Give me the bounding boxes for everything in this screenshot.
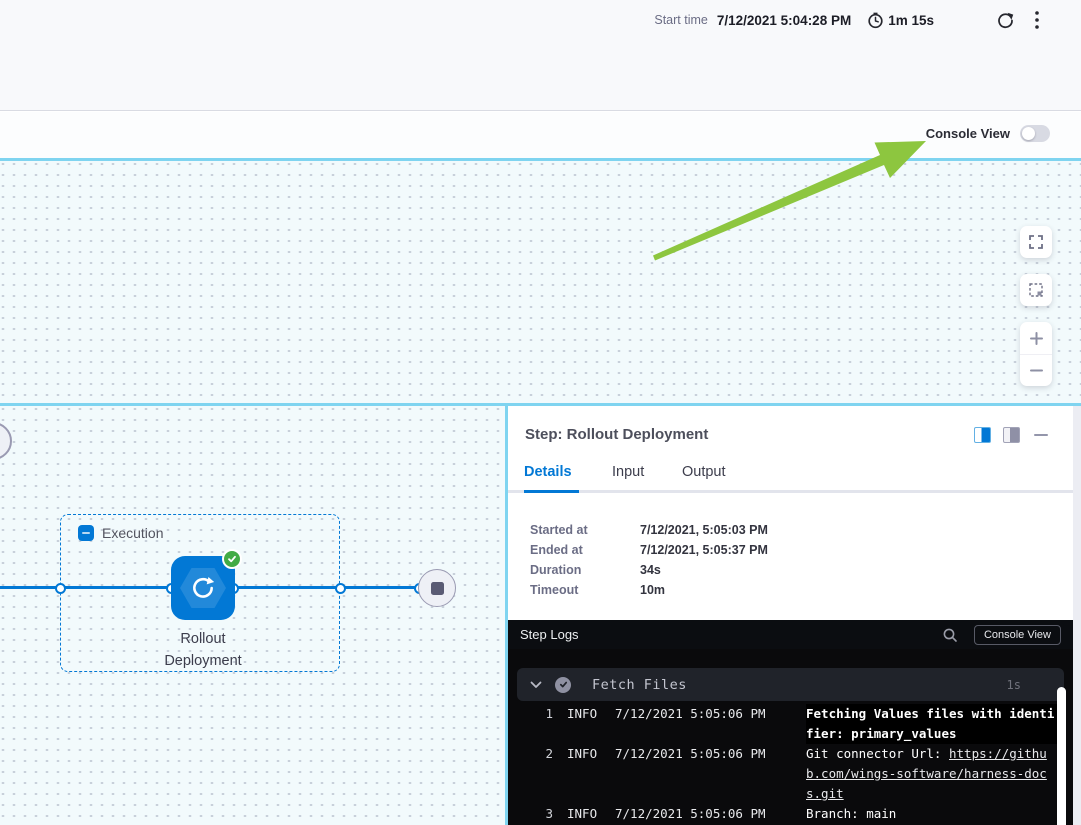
log-console: Fetch Files 1s 1 INFO 7/12/2021 5:05:06 … — [508, 649, 1073, 825]
step-details-panel: Step: Rollout Deployment Details Input O… — [508, 406, 1073, 825]
clock-icon — [867, 12, 884, 29]
more-options-button[interactable] — [1026, 9, 1048, 31]
chevron-down-icon[interactable] — [530, 681, 542, 689]
node-label: Rollout Deployment — [133, 628, 273, 672]
log-message: Branch: main — [806, 804, 1058, 824]
success-badge-icon — [222, 549, 242, 569]
connector-dot — [335, 583, 346, 594]
pipeline-execution-page: Start time 7/12/2021 5:04:28 PM 1m 15s C… — [0, 0, 1081, 825]
start-node-partial — [0, 422, 12, 460]
stage-canvas[interactable] — [0, 161, 1081, 403]
refresh-button[interactable] — [994, 9, 1016, 31]
field-ended-at: Ended at 7/12/2021, 5:05:37 PM — [530, 540, 768, 560]
step-graph-canvas[interactable]: Execution Rollout Deployment — [0, 406, 505, 825]
console-view-label: Console View — [926, 126, 1010, 141]
zoom-out-button[interactable] — [1020, 354, 1052, 386]
tab-details[interactable]: Details — [524, 464, 572, 480]
group-success-icon — [555, 677, 571, 693]
execution-header: Start time 7/12/2021 5:04:28 PM 1m 15s — [0, 0, 1081, 111]
split-view-bottom-icon[interactable] — [1003, 427, 1020, 443]
field-timeout: Timeout 10m — [530, 580, 768, 600]
panel-scrollbar-track[interactable] — [1073, 406, 1081, 825]
log-rows: 1 INFO 7/12/2021 5:05:06 PM Fetching Val… — [517, 704, 1064, 824]
step-logs-section: Step Logs Console View Fetch File — [508, 620, 1073, 825]
log-message: Git connector Url: https://github.com/wi… — [806, 744, 1058, 804]
stop-icon — [431, 582, 444, 595]
minimize-panel-button[interactable] — [1034, 434, 1048, 437]
console-scrollbar[interactable] — [1057, 687, 1066, 825]
search-logs-icon[interactable] — [942, 627, 958, 643]
log-group-duration: 1s — [1007, 678, 1021, 692]
console-view-toggle[interactable] — [1020, 125, 1050, 142]
field-started-at: Started at 7/12/2021, 5:05:03 PM — [530, 520, 768, 540]
execution-group-label: Execution — [102, 525, 163, 541]
toggle-knob — [1022, 127, 1035, 140]
elapsed-duration: 1m 15s — [867, 12, 934, 29]
log-row: 1 INFO 7/12/2021 5:05:06 PM Fetching Val… — [517, 704, 1064, 744]
console-view-button[interactable]: Console View — [974, 625, 1061, 645]
rollout-deployment-node[interactable] — [171, 556, 235, 620]
elapsed-text: 1m 15s — [888, 13, 934, 28]
canvas-toolbar: Console View — [0, 112, 1081, 158]
log-group-header[interactable]: Fetch Files 1s — [517, 668, 1064, 701]
zoom-in-button[interactable] — [1020, 322, 1052, 354]
canvas-zoom-controls — [1020, 226, 1052, 386]
collapse-group-button[interactable] — [78, 525, 94, 541]
step-detail-fields: Started at 7/12/2021, 5:05:03 PM Ended a… — [530, 520, 768, 600]
zoom-pill — [1020, 322, 1052, 386]
fullscreen-button[interactable] — [1020, 226, 1052, 258]
log-group-name: Fetch Files — [592, 677, 687, 693]
panel-title: Step: Rollout Deployment — [525, 426, 708, 443]
end-node[interactable] — [418, 569, 456, 607]
step-logs-header: Step Logs Console View — [508, 620, 1073, 649]
rollout-icon — [190, 575, 216, 601]
execution-meta-row: Start time 7/12/2021 5:04:28 PM 1m 15s — [654, 9, 1048, 31]
start-time-value: 7/12/2021 5:04:28 PM — [717, 13, 851, 28]
active-tab-underline — [524, 490, 579, 493]
connector-dot — [55, 583, 66, 594]
log-row: 3 INFO 7/12/2021 5:05:06 PM Branch: main — [517, 804, 1064, 824]
step-logs-title: Step Logs — [520, 627, 579, 642]
split-view-right-icon[interactable] — [974, 427, 991, 443]
log-message-highlighted: Fetching Values files with identifier: p… — [806, 704, 1058, 744]
fit-to-view-button[interactable] — [1020, 274, 1052, 306]
start-time-label: Start time — [654, 13, 708, 27]
panel-tabs: Details Input Output — [508, 464, 1073, 493]
tab-input[interactable]: Input — [612, 464, 644, 480]
tab-output[interactable]: Output — [682, 464, 726, 480]
field-duration: Duration 34s — [530, 560, 768, 580]
log-row: 2 INFO 7/12/2021 5:05:06 PM Git connecto… — [517, 744, 1064, 804]
